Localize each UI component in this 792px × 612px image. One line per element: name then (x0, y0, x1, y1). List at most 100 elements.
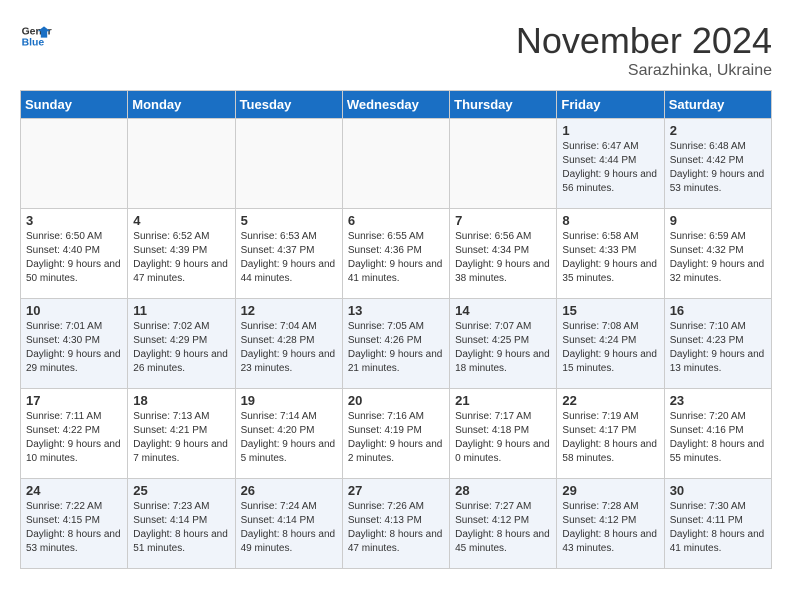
weekday-header: Saturday (664, 91, 771, 119)
day-number: 23 (670, 393, 766, 408)
day-number: 15 (562, 303, 658, 318)
calendar-cell: 23 Sunrise: 7:20 AM Sunset: 4:16 PM Dayli… (664, 389, 771, 479)
weekday-header: Wednesday (342, 91, 449, 119)
calendar-cell: 18 Sunrise: 7:13 AM Sunset: 4:21 PM Dayli… (128, 389, 235, 479)
day-number: 5 (241, 213, 337, 228)
day-info: Sunrise: 7:23 AM Sunset: 4:14 PM Dayligh… (133, 500, 229, 556)
day-number: 22 (562, 393, 658, 408)
day-info: Sunrise: 7:24 AM Sunset: 4:14 PM Dayligh… (241, 500, 337, 556)
day-info: Sunrise: 7:11 AM Sunset: 4:22 PM Dayligh… (26, 410, 122, 466)
day-number: 26 (241, 483, 337, 498)
calendar-cell: 28Sunrise: 7:27 AM Sunset: 4:12 PM Dayli… (450, 479, 557, 569)
calendar-subtitle: Sarazhinka, Ukraine (516, 62, 772, 80)
day-info: Sunrise: 7:16 AM Sunset: 4:19 PM Dayligh… (348, 410, 444, 466)
day-info: Sunrise: 7:17 AM Sunset: 4:18 PM Dayligh… (455, 410, 551, 466)
weekday-header: Thursday (450, 91, 557, 119)
day-info: Sunrise: 7:14 AM Sunset: 4:20 PM Dayligh… (241, 410, 337, 466)
calendar-cell: 19 Sunrise: 7:14 AM Sunset: 4:20 PM Dayli… (235, 389, 342, 479)
day-info: Sunrise: 7:27 AM Sunset: 4:12 PM Dayligh… (455, 500, 551, 556)
day-info: Sunrise: 6:56 AM Sunset: 4:34 PM Dayligh… (455, 230, 551, 286)
logo-icon: General Blue (20, 20, 52, 52)
day-info: Sunrise: 7:20 AM Sunset: 4:16 PM Dayligh… (670, 410, 766, 466)
day-info: Sunrise: 7:19 AM Sunset: 4:17 PM Dayligh… (562, 410, 658, 466)
day-number: 20 (348, 393, 444, 408)
day-info: Sunrise: 6:55 AM Sunset: 4:36 PM Dayligh… (348, 230, 444, 286)
day-number: 17 (26, 393, 122, 408)
day-number: 16 (670, 303, 766, 318)
weekday-header: Monday (128, 91, 235, 119)
calendar-cell: 16 Sunrise: 7:10 AM Sunset: 4:23 PM Dayli… (664, 299, 771, 389)
day-number: 18 (133, 393, 229, 408)
day-number: 3 (26, 213, 122, 228)
calendar-cell: 6 Sunrise: 6:55 AM Sunset: 4:36 PM Daylig… (342, 209, 449, 299)
header: General Blue November 2024 Sarazhinka, U… (20, 20, 772, 80)
calendar-cell: 22 Sunrise: 7:19 AM Sunset: 4:17 PM Dayli… (557, 389, 664, 479)
day-info: Sunrise: 6:50 AM Sunset: 4:40 PM Dayligh… (26, 230, 122, 286)
day-info: Sunrise: 6:52 AM Sunset: 4:39 PM Dayligh… (133, 230, 229, 286)
calendar-cell: 1Sunrise: 6:47 AM Sunset: 4:44 PM Daylig… (557, 119, 664, 209)
day-info: Sunrise: 7:08 AM Sunset: 4:24 PM Dayligh… (562, 320, 658, 376)
weekday-header: Friday (557, 91, 664, 119)
calendar-cell: 5Sunrise: 6:53 AM Sunset: 4:37 PM Daylig… (235, 209, 342, 299)
calendar-cell (128, 119, 235, 209)
day-number: 14 (455, 303, 551, 318)
day-info: Sunrise: 7:22 AM Sunset: 4:15 PM Dayligh… (26, 500, 122, 556)
calendar-cell (21, 119, 128, 209)
day-number: 29 (562, 483, 658, 498)
calendar-cell: 20 Sunrise: 7:16 AM Sunset: 4:19 PM Dayli… (342, 389, 449, 479)
day-number: 10 (26, 303, 122, 318)
calendar-header-row: SundayMondayTuesdayWednesdayThursdayFrid… (21, 91, 772, 119)
calendar-cell: 14 Sunrise: 7:07 AM Sunset: 4:25 PM Dayli… (450, 299, 557, 389)
day-info: Sunrise: 7:07 AM Sunset: 4:25 PM Dayligh… (455, 320, 551, 376)
day-info: Sunrise: 7:10 AM Sunset: 4:23 PM Dayligh… (670, 320, 766, 376)
day-info: Sunrise: 7:30 AM Sunset: 4:11 PM Dayligh… (670, 500, 766, 556)
day-info: Sunrise: 6:48 AM Sunset: 4:42 PM Dayligh… (670, 140, 766, 196)
calendar-cell: 30 Sunrise: 7:30 AM Sunset: 4:11 PM Dayli… (664, 479, 771, 569)
svg-text:Blue: Blue (22, 38, 45, 49)
calendar-week-row: 3 Sunrise: 6:50 AM Sunset: 4:40 PM Daylig… (21, 209, 772, 299)
day-number: 12 (241, 303, 337, 318)
calendar-cell: 8Sunrise: 6:58 AM Sunset: 4:33 PM Daylig… (557, 209, 664, 299)
day-info: Sunrise: 7:28 AM Sunset: 4:12 PM Dayligh… (562, 500, 658, 556)
calendar-cell (235, 119, 342, 209)
day-number: 25 (133, 483, 229, 498)
calendar-cell (342, 119, 449, 209)
weekday-header: Tuesday (235, 91, 342, 119)
day-info: Sunrise: 7:02 AM Sunset: 4:29 PM Dayligh… (133, 320, 229, 376)
calendar-cell: 2Sunrise: 6:48 AM Sunset: 4:42 PM Daylig… (664, 119, 771, 209)
day-info: Sunrise: 7:26 AM Sunset: 4:13 PM Dayligh… (348, 500, 444, 556)
day-number: 1 (562, 123, 658, 138)
calendar-title: November 2024 (516, 20, 772, 62)
calendar-cell: 24 Sunrise: 7:22 AM Sunset: 4:15 PM Dayli… (21, 479, 128, 569)
calendar-cell: 11 Sunrise: 7:02 AM Sunset: 4:29 PM Dayli… (128, 299, 235, 389)
calendar-cell: 27 Sunrise: 7:26 AM Sunset: 4:13 PM Dayli… (342, 479, 449, 569)
day-number: 21 (455, 393, 551, 408)
day-number: 19 (241, 393, 337, 408)
calendar-week-row: 10Sunrise: 7:01 AM Sunset: 4:30 PM Dayli… (21, 299, 772, 389)
day-info: Sunrise: 7:05 AM Sunset: 4:26 PM Dayligh… (348, 320, 444, 376)
calendar-cell: 15 Sunrise: 7:08 AM Sunset: 4:24 PM Dayli… (557, 299, 664, 389)
day-number: 27 (348, 483, 444, 498)
calendar-cell: 12Sunrise: 7:04 AM Sunset: 4:28 PM Dayli… (235, 299, 342, 389)
calendar-cell: 13 Sunrise: 7:05 AM Sunset: 4:26 PM Dayli… (342, 299, 449, 389)
calendar-body: 1Sunrise: 6:47 AM Sunset: 4:44 PM Daylig… (21, 119, 772, 569)
day-info: Sunrise: 7:13 AM Sunset: 4:21 PM Dayligh… (133, 410, 229, 466)
calendar-cell: 3 Sunrise: 6:50 AM Sunset: 4:40 PM Daylig… (21, 209, 128, 299)
day-number: 4 (133, 213, 229, 228)
calendar-cell: 26 Sunrise: 7:24 AM Sunset: 4:14 PM Dayli… (235, 479, 342, 569)
svg-text:General: General (22, 26, 52, 37)
calendar-week-row: 17 Sunrise: 7:11 AM Sunset: 4:22 PM Dayli… (21, 389, 772, 479)
day-number: 24 (26, 483, 122, 498)
calendar-cell: 9 Sunrise: 6:59 AM Sunset: 4:32 PM Daylig… (664, 209, 771, 299)
calendar-cell: 21 Sunrise: 7:17 AM Sunset: 4:18 PM Dayli… (450, 389, 557, 479)
day-number: 6 (348, 213, 444, 228)
calendar-table: SundayMondayTuesdayWednesdayThursdayFrid… (20, 90, 772, 569)
weekday-header: Sunday (21, 91, 128, 119)
day-number: 9 (670, 213, 766, 228)
day-number: 13 (348, 303, 444, 318)
day-info: Sunrise: 6:59 AM Sunset: 4:32 PM Dayligh… (670, 230, 766, 286)
day-number: 11 (133, 303, 229, 318)
day-number: 30 (670, 483, 766, 498)
calendar-week-row: 1Sunrise: 6:47 AM Sunset: 4:44 PM Daylig… (21, 119, 772, 209)
calendar-cell: 7Sunrise: 6:56 AM Sunset: 4:34 PM Daylig… (450, 209, 557, 299)
